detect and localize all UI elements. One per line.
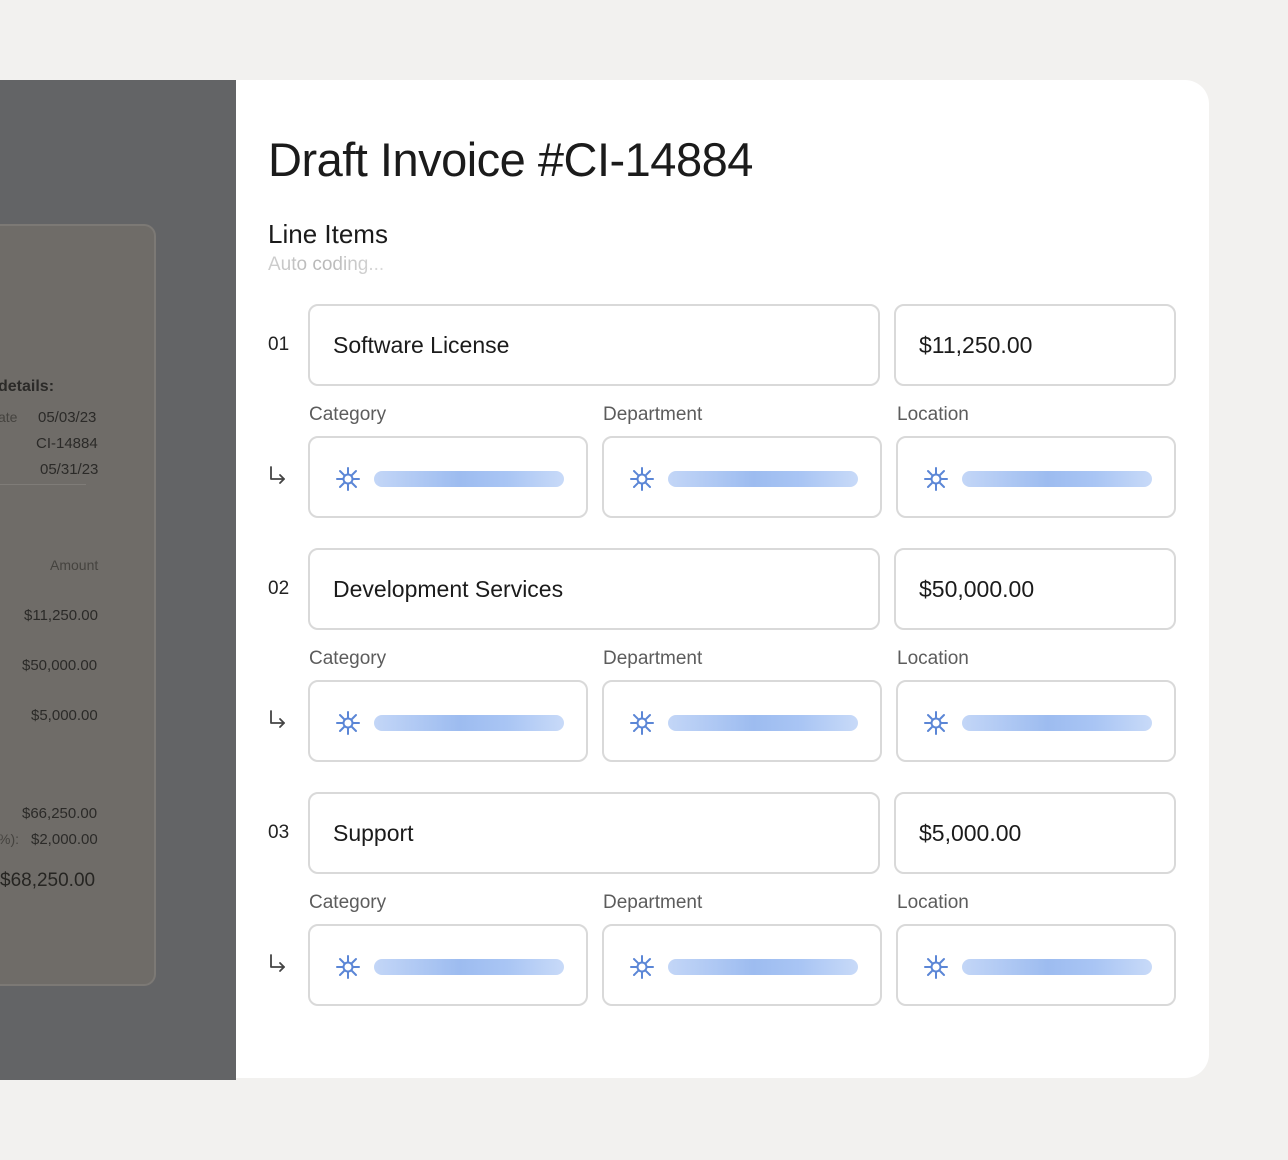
sparkle-icon [924,711,948,735]
category-label: Category [309,648,387,669]
document-divider [0,484,86,485]
amount-value: $5,000.00 [919,820,1022,846]
loading-bar [374,959,564,975]
loading-bar [668,715,858,731]
description-value: Support [333,820,414,846]
category-select[interactable] [308,924,588,1006]
department-select[interactable] [602,436,882,518]
sparkle-icon [336,711,360,735]
loading-bar [374,715,564,731]
amount-field[interactable]: $50,000.00 [894,548,1176,630]
document-date-label: ate [0,409,18,425]
category-label: Category [309,892,387,913]
page-title: Draft Invoice #CI-14884 [268,133,753,186]
location-select[interactable] [896,924,1176,1006]
document-amount-3: $5,000.00 [31,707,98,724]
category-select[interactable] [308,680,588,762]
line-item-number: 02 [268,578,290,599]
sparkle-icon [336,955,360,979]
amount-field[interactable]: $11,250.00 [894,304,1176,386]
document-tax-label: %): [0,831,19,847]
return-arrow-icon [270,466,285,484]
line-item: 01 Software License $11,250.00 Category … [236,304,1209,518]
location-label: Location [897,404,969,425]
line-item: 02 Development Services $50,000.00 Categ… [236,548,1209,762]
document-amount-2: $50,000.00 [22,657,98,674]
return-arrow-icon [270,954,285,972]
department-select[interactable] [602,924,882,1006]
department-select[interactable] [602,680,882,762]
loading-bar [668,471,858,487]
amount-field[interactable]: $5,000.00 [894,792,1176,874]
category-select[interactable] [308,436,588,518]
document-due-date: 05/31/23 [40,461,99,478]
document-details-label: details: [0,378,55,395]
line-item-number: 01 [268,334,290,355]
document-amount-header: Amount [50,557,99,573]
auto-coding-status: Auto coding... [268,254,385,275]
description-field[interactable]: Software License [308,304,880,386]
loading-bar [962,715,1152,731]
location-select[interactable] [896,436,1176,518]
sparkle-icon [630,711,654,735]
sparkle-icon [336,467,360,491]
description-field[interactable]: Development Services [308,548,880,630]
description-field[interactable]: Support [308,792,880,874]
document-date-value: 05/03/23 [38,409,97,426]
amount-value: $50,000.00 [919,576,1035,602]
sparkle-icon [924,467,948,491]
loading-bar [374,471,564,487]
line-items-heading: Line Items [268,219,388,249]
document-invoice-number: CI-14884 [36,435,98,452]
document-total: $68,250.00 [0,870,96,891]
description-value: Software License [333,332,510,358]
source-document-overlay: details: ate 05/03/23 CI-14884 05/31/23 … [0,80,236,1080]
loading-bar [962,959,1152,975]
department-label: Department [603,648,703,669]
location-label: Location [897,648,969,669]
category-label: Category [309,404,387,425]
document-subtotal: $66,250.00 [22,805,98,822]
department-label: Department [603,892,703,913]
department-label: Department [603,404,703,425]
sparkle-icon [630,955,654,979]
loading-bar [668,959,858,975]
draft-invoice-panel: Draft Invoice #CI-14884 Line Items Auto … [236,80,1209,1078]
location-label: Location [897,892,969,913]
sparkle-icon [630,467,654,491]
document-amount-1: $11,250.00 [24,607,98,624]
description-value: Development Services [333,576,564,602]
document-tax: $2,000.00 [31,831,98,848]
line-item-number: 03 [268,822,290,843]
line-item: 03 Support $5,000.00 Category Department… [236,792,1209,1006]
amount-value: $11,250.00 [919,332,1033,358]
loading-bar [962,471,1152,487]
return-arrow-icon [270,710,285,728]
sparkle-icon [924,955,948,979]
location-select[interactable] [896,680,1176,762]
